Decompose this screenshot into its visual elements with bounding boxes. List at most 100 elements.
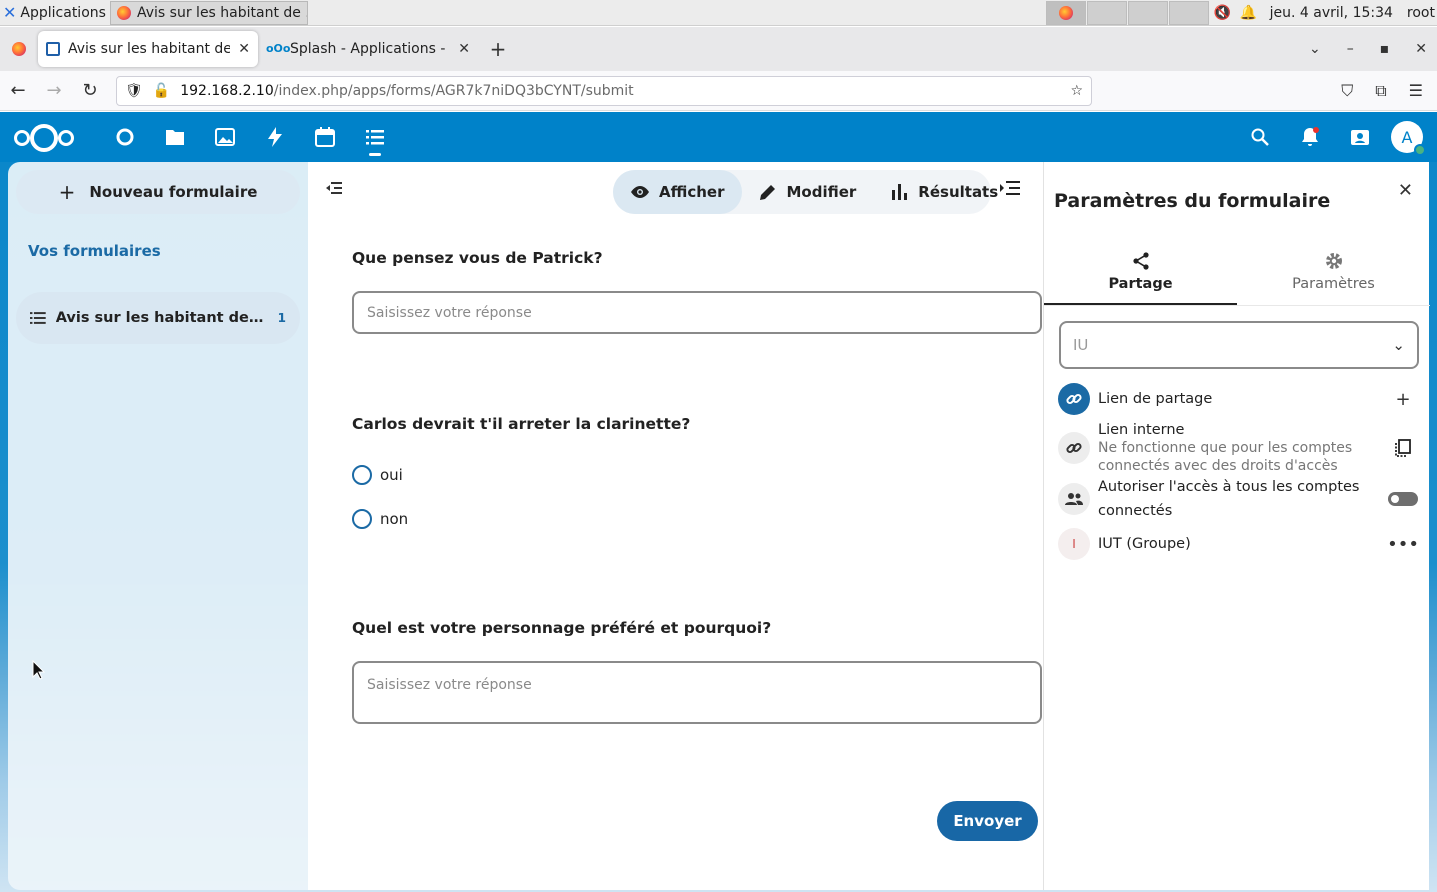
url-bar[interactable]: 🛡 🔓 192.168.2.10/index.php/apps/forms/AG… bbox=[116, 75, 1092, 106]
view-label: Afficher bbox=[659, 183, 725, 201]
group-share-label: IUT (Groupe) bbox=[1098, 536, 1191, 552]
question-3-textarea[interactable]: Saisissez votre réponse bbox=[352, 661, 1042, 724]
tab-settings[interactable]: Paramètres bbox=[1237, 248, 1430, 305]
more-actions-icon[interactable]: ••• bbox=[1387, 534, 1419, 555]
browser-tab-strip: Avis sur les habitant de Biki ✕ oOo Spla… bbox=[0, 27, 1437, 71]
bell-icon[interactable]: 🔔 bbox=[1236, 5, 1262, 21]
share-search-select[interactable]: IU ⌄ bbox=[1059, 321, 1419, 369]
dashboard-app-icon[interactable] bbox=[100, 112, 150, 162]
question-1-title: Que pensez vous de Patrick? bbox=[352, 249, 603, 267]
bookmark-star-icon[interactable]: ☆ bbox=[1070, 83, 1083, 99]
radio-button[interactable] bbox=[352, 465, 372, 485]
view-button[interactable]: Afficher bbox=[613, 170, 743, 214]
new-form-button[interactable]: + Nouveau formulaire bbox=[16, 170, 300, 214]
url-path: /index.php/apps/forms/AGR7k7niDQ3bCYNT/s… bbox=[273, 82, 634, 99]
close-tab-icon[interactable]: ✕ bbox=[458, 41, 470, 57]
forward-icon[interactable]: → bbox=[36, 80, 72, 101]
status-online-badge bbox=[1414, 144, 1426, 156]
user-avatar[interactable]: A bbox=[1391, 121, 1426, 156]
pencil-icon bbox=[760, 185, 776, 200]
files-app-icon[interactable] bbox=[150, 112, 200, 162]
browser-tab-forms[interactable]: Avis sur les habitant de Biki ✕ bbox=[38, 31, 258, 67]
question-3-title: Quel est votre personnage préféré et pou… bbox=[352, 619, 772, 637]
firefox-view-button[interactable] bbox=[0, 42, 38, 56]
nextcloud-header: A bbox=[0, 112, 1437, 162]
add-share-link-icon[interactable]: + bbox=[1388, 389, 1418, 410]
app-content: Afficher Modifier Résultats Que pensez v… bbox=[308, 162, 1044, 890]
browser-tab-splash[interactable]: oOo Splash - Applications - Ap ✕ bbox=[258, 31, 478, 67]
workspace-3[interactable] bbox=[1127, 1, 1168, 25]
close-tab-icon[interactable]: ✕ bbox=[238, 41, 250, 57]
workspace-1[interactable] bbox=[1045, 1, 1086, 25]
radio-label: non bbox=[380, 510, 409, 528]
minimize-icon[interactable]: – bbox=[1347, 41, 1354, 57]
volume-muted-icon[interactable]: 🔇 bbox=[1210, 5, 1236, 21]
contacts-icon[interactable] bbox=[1335, 112, 1385, 162]
hamburger-menu-icon[interactable]: ☰ bbox=[1409, 81, 1423, 101]
toggle-sidebar-icon[interactable] bbox=[1000, 180, 1020, 201]
clock[interactable]: jeu. 4 avril, 15:34 bbox=[1270, 5, 1393, 21]
radio-option-non[interactable]: non bbox=[352, 509, 408, 529]
reload-icon[interactable]: ↻ bbox=[72, 80, 108, 101]
copy-link-icon[interactable] bbox=[1388, 439, 1418, 457]
user-name[interactable]: root bbox=[1407, 5, 1435, 21]
chart-bar-icon bbox=[892, 184, 908, 200]
back-icon[interactable]: ← bbox=[0, 80, 36, 101]
notification-badge bbox=[1313, 127, 1319, 133]
tab-label: Avis sur les habitant de Biki bbox=[68, 41, 231, 57]
users-group-icon bbox=[1058, 483, 1090, 515]
nav-form-item[interactable]: Avis sur les habitant de Biki... 1 bbox=[16, 292, 300, 344]
extensions-icon[interactable]: ⧉ bbox=[1375, 81, 1386, 101]
maximize-icon[interactable]: ▪ bbox=[1380, 41, 1390, 57]
tab-sharing[interactable]: Partage bbox=[1044, 248, 1237, 305]
url-host: 192.168.2.10 bbox=[180, 82, 274, 99]
new-tab-button[interactable]: + bbox=[478, 37, 518, 61]
activity-app-icon[interactable] bbox=[250, 112, 300, 162]
forms-app-icon[interactable] bbox=[350, 112, 400, 162]
allow-all-toggle[interactable] bbox=[1388, 492, 1418, 506]
question-1-input[interactable]: Saisissez votre réponse bbox=[352, 291, 1042, 334]
form-settings-sidebar: Paramètres du formulaire ✕ Partage Param… bbox=[1043, 162, 1430, 890]
radio-option-oui[interactable]: oui bbox=[352, 465, 403, 485]
results-button[interactable]: Résultats bbox=[874, 170, 1016, 214]
toggle-navigation-icon[interactable] bbox=[326, 180, 342, 199]
your-forms-caption: Vos formulaires bbox=[28, 242, 161, 260]
shield-icon[interactable]: 🛡 bbox=[125, 83, 143, 99]
edit-label: Modifier bbox=[786, 183, 857, 201]
close-window-icon[interactable]: ✕ bbox=[1415, 41, 1427, 57]
nav-form-label: Avis sur les habitant de Biki... bbox=[55, 310, 268, 326]
workspace-2[interactable] bbox=[1086, 1, 1127, 25]
edit-button[interactable]: Modifier bbox=[742, 170, 874, 214]
search-icon[interactable] bbox=[1235, 112, 1285, 162]
plus-icon: + bbox=[58, 180, 76, 204]
applications-label: Applications bbox=[20, 4, 106, 21]
radio-button[interactable] bbox=[352, 509, 372, 529]
pocket-icon[interactable]: ⛉ bbox=[1341, 81, 1353, 101]
chevron-down-icon[interactable]: ⌄ bbox=[1392, 336, 1405, 354]
group-share-row: I IUT (Groupe) ••• bbox=[1058, 528, 1419, 560]
nextcloud-logo[interactable] bbox=[14, 122, 76, 152]
insecure-lock-icon[interactable]: 🔓 bbox=[153, 83, 170, 99]
share-icon bbox=[1132, 252, 1149, 270]
applications-menu[interactable]: ✕ Applications bbox=[0, 3, 108, 22]
workspace-4[interactable] bbox=[1168, 1, 1209, 25]
results-label: Résultats bbox=[918, 183, 999, 201]
internal-link-label: Lien interne bbox=[1098, 422, 1185, 438]
firefox-icon bbox=[1058, 6, 1073, 20]
toggle-switch[interactable] bbox=[1388, 492, 1418, 506]
notifications-bell-icon[interactable] bbox=[1285, 112, 1335, 162]
xfce-icon: ✕ bbox=[3, 3, 17, 22]
form-list-icon bbox=[30, 312, 46, 324]
list-tabs-chevron-icon[interactable]: ⌄ bbox=[1309, 41, 1321, 57]
share-link-row: Lien de partage + bbox=[1058, 383, 1418, 415]
os-top-bar: ✕ Applications Avis sur les habitant de … bbox=[0, 0, 1437, 26]
photos-app-icon[interactable] bbox=[200, 112, 250, 162]
submit-button[interactable]: Envoyer bbox=[937, 801, 1038, 841]
radio-label: oui bbox=[380, 466, 403, 484]
firefox-icon bbox=[12, 42, 26, 56]
taskbar-window-firefox[interactable]: Avis sur les habitant de ... bbox=[110, 0, 308, 25]
allow-all-accounts-row: Autoriser l'accès à tous les comptes con… bbox=[1058, 475, 1418, 523]
nav-form-count: 1 bbox=[277, 311, 286, 325]
calendar-app-icon[interactable] bbox=[300, 112, 350, 162]
close-sidebar-icon[interactable]: ✕ bbox=[1398, 180, 1413, 201]
